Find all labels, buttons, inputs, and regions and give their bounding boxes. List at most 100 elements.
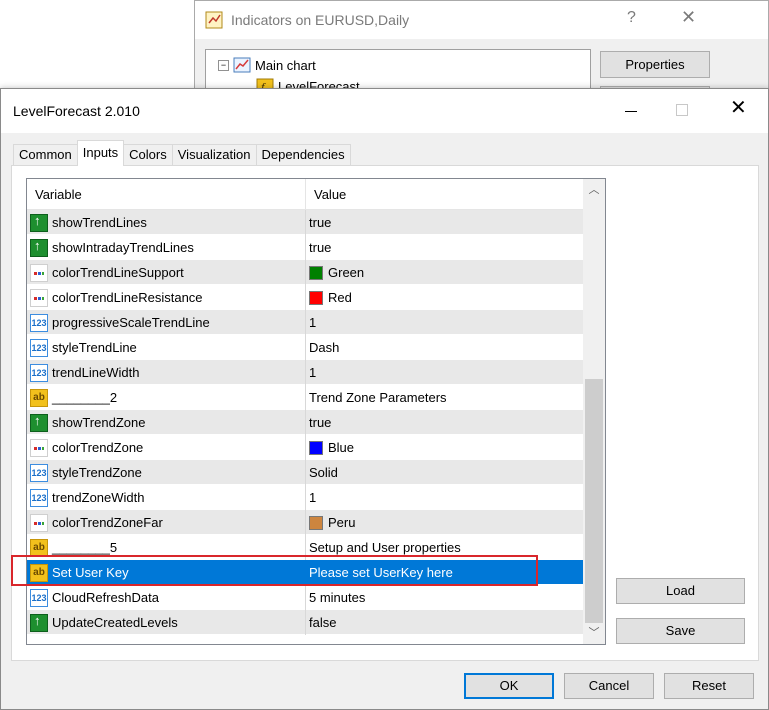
tab-common[interactable]: Common <box>13 144 78 166</box>
parameter-value: 1 <box>309 490 317 505</box>
variable-cell: 123 CloudRefreshData <box>27 585 306 610</box>
number-param-icon: 123 <box>30 463 48 482</box>
value-cell[interactable]: false <box>306 610 583 635</box>
chart-icon <box>233 57 251 73</box>
parameter-value: 5 minutes <box>309 590 366 605</box>
scrollbar-thumb[interactable] <box>585 379 603 623</box>
table-row[interactable]: showTrendZone true <box>27 410 583 435</box>
value-cell[interactable]: Trend Zone Parameters <box>306 385 583 410</box>
tab-colors[interactable]: Colors <box>123 144 173 166</box>
table-row[interactable]: ab ________2 Trend Zone Parameters <box>27 385 583 410</box>
tab-inputs[interactable]: Inputs <box>76 140 125 166</box>
value-cell[interactable]: Green <box>306 260 583 285</box>
column-header-variable[interactable]: Variable <box>27 179 306 210</box>
table-row[interactable]: showIntradayTrendLines true <box>27 235 583 260</box>
color-swatch <box>309 515 323 530</box>
table-row[interactable]: colorTrendZone Blue <box>27 435 583 460</box>
bool-param-icon <box>30 613 48 632</box>
value-cell[interactable]: true <box>306 235 583 260</box>
load-button[interactable]: Load <box>616 578 745 604</box>
table-row[interactable]: ab Set User Key Please set UserKey here <box>27 560 583 585</box>
variable-cell: 123 trendLineWidth <box>27 360 306 385</box>
close-icon[interactable]: ✕ <box>730 98 747 118</box>
variable-cell: UpdateCreatedLevels <box>27 610 306 635</box>
value-cell[interactable]: Solid <box>306 460 583 485</box>
ok-button[interactable]: OK <box>464 673 554 699</box>
parameter-value: Peru <box>328 515 356 530</box>
table-row[interactable]: ab ________5 Setup and User properties <box>27 535 583 560</box>
inputs-grid[interactable]: Variable Value showTrendLinestrueshowInt… <box>26 178 606 645</box>
value-cell[interactable]: 1 <box>306 485 583 510</box>
levelforecast-dialog: LevelForecast 2.010 ✕ Common Inputs Colo… <box>0 88 769 710</box>
string-param-icon: ab <box>30 388 48 407</box>
vertical-scrollbar[interactable]: ︿ ﹀ <box>583 179 605 644</box>
color-param-icon <box>30 513 48 532</box>
tab-visualization[interactable]: Visualization <box>171 144 257 166</box>
color-param-icon <box>30 288 48 307</box>
bool-param-icon <box>30 213 48 232</box>
value-cell[interactable]: 1 <box>306 310 583 335</box>
variable-name: showIntradayTrendLines <box>52 240 194 255</box>
properties-button[interactable]: Properties <box>600 51 710 78</box>
minimize-icon[interactable] <box>625 101 639 112</box>
value-cell[interactable]: true <box>306 410 583 435</box>
cancel-button[interactable]: Cancel <box>564 673 654 699</box>
maximize-icon[interactable] <box>676 104 688 116</box>
scroll-down-icon[interactable]: ﹀ <box>583 624 605 644</box>
dialog-title: LevelForecast 2.010 <box>13 103 140 119</box>
parameter-value: Red <box>328 290 352 305</box>
tree-item-main-chart[interactable]: − Main chart <box>218 57 316 73</box>
save-button[interactable]: Save <box>616 618 745 644</box>
number-param-icon: 123 <box>30 363 48 382</box>
parameter-value: true <box>309 415 332 430</box>
bool-param-icon <box>30 238 48 257</box>
table-row[interactable]: colorTrendLineSupport Green <box>27 260 583 285</box>
value-cell[interactable]: true <box>306 210 583 235</box>
variable-name: showTrendLines <box>52 215 147 230</box>
variable-cell: colorTrendLineResistance <box>27 285 306 310</box>
value-cell[interactable]: 1 <box>306 360 583 385</box>
variable-name: ________5 <box>52 540 118 555</box>
value-cell[interactable]: Setup and User properties <box>306 535 583 560</box>
variable-name: trendZoneWidth <box>52 490 145 505</box>
table-row[interactable]: colorTrendLineResistance Red <box>27 285 583 310</box>
table-row[interactable]: 123 styleTrendLine Dash <box>27 335 583 360</box>
table-row[interactable]: 123 styleTrendZone Solid <box>27 460 583 485</box>
help-icon[interactable]: ? <box>627 9 636 27</box>
variable-name: trendLineWidth <box>52 365 140 380</box>
variable-name: ________2 <box>52 390 118 405</box>
value-cell[interactable]: Red <box>306 285 583 310</box>
value-cell[interactable]: Please set UserKey here <box>306 560 583 585</box>
variable-cell: ab ________2 <box>27 385 306 410</box>
table-row[interactable]: UpdateCreatedLevels false <box>27 610 583 635</box>
value-cell[interactable]: 5 minutes <box>306 585 583 610</box>
string-param-icon: ab <box>30 538 48 557</box>
background-window-title: Indicators on EURUSD,Daily <box>231 12 410 28</box>
column-header-value[interactable]: Value <box>306 179 583 210</box>
table-row[interactable]: showTrendLines true <box>27 210 583 235</box>
table-row[interactable]: 123 progressiveScaleTrendLine 1 <box>27 310 583 335</box>
color-param-icon <box>30 438 48 457</box>
variable-cell: showTrendLines <box>27 210 306 235</box>
variable-cell: colorTrendZone <box>27 435 306 460</box>
color-swatch <box>309 290 323 305</box>
variable-name: styleTrendLine <box>52 340 137 355</box>
indicators-window-icon <box>205 11 223 29</box>
table-row[interactable]: 123 trendZoneWidth 1 <box>27 485 583 510</box>
tree-item-label: Main chart <box>255 57 316 73</box>
tab-dependencies[interactable]: Dependencies <box>255 144 351 166</box>
value-cell[interactable]: Dash <box>306 335 583 360</box>
reset-button[interactable]: Reset <box>664 673 754 699</box>
table-row[interactable]: 123 trendLineWidth 1 <box>27 360 583 385</box>
value-cell[interactable]: Blue <box>306 435 583 460</box>
background-close-icon[interactable]: ✕ <box>681 7 696 28</box>
background-window: Indicators on EURUSD,Daily ? ✕ − Main ch… <box>194 0 769 101</box>
scroll-up-icon[interactable]: ︿ <box>583 179 605 199</box>
table-row[interactable]: 123 CloudRefreshData 5 minutes <box>27 585 583 610</box>
parameter-value: Setup and User properties <box>309 540 461 555</box>
table-row[interactable]: colorTrendZoneFar Peru <box>27 510 583 535</box>
number-param-icon: 123 <box>30 588 48 607</box>
parameter-value: true <box>309 215 332 230</box>
value-cell[interactable]: Peru <box>306 510 583 535</box>
tree-expander-icon[interactable]: − <box>218 59 229 71</box>
